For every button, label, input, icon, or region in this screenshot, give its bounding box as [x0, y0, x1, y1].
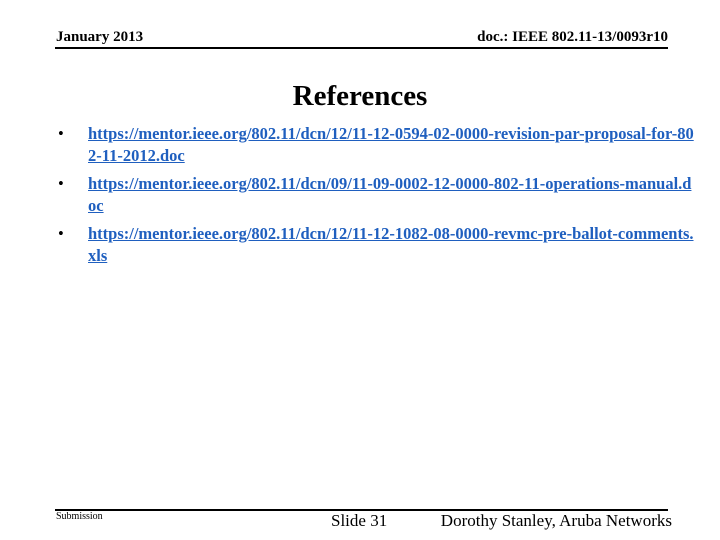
footer-submission: Submission: [56, 511, 103, 522]
reference-item: • https://mentor.ieee.org/802.11/dcn/12/…: [58, 223, 698, 267]
footer-author: Dorothy Stanley, Aruba Networks: [440, 511, 672, 530]
reference-item: • https://mentor.ieee.org/802.11/dcn/09/…: [58, 173, 698, 217]
reference-link[interactable]: https://mentor.ieee.org/802.11/dcn/09/11…: [88, 174, 691, 215]
slide-title: References: [292, 80, 428, 112]
references-list: • https://mentor.ieee.org/802.11/dcn/12/…: [58, 123, 698, 273]
header-date: January 2013: [56, 29, 144, 45]
reference-item: • https://mentor.ieee.org/802.11/dcn/12/…: [58, 123, 698, 167]
bullet-icon: •: [58, 224, 64, 243]
header-doc-id: doc.: IEEE 802.11-13/0093r10: [477, 29, 668, 45]
footer-slide-number: Slide 31: [331, 511, 388, 530]
bullet-icon: •: [58, 174, 64, 193]
reference-link[interactable]: https://mentor.ieee.org/802.11/dcn/12/11…: [88, 224, 694, 265]
reference-link[interactable]: https://mentor.ieee.org/802.11/dcn/12/11…: [88, 124, 694, 165]
bullet-icon: •: [58, 124, 64, 143]
header-divider: [55, 47, 668, 49]
